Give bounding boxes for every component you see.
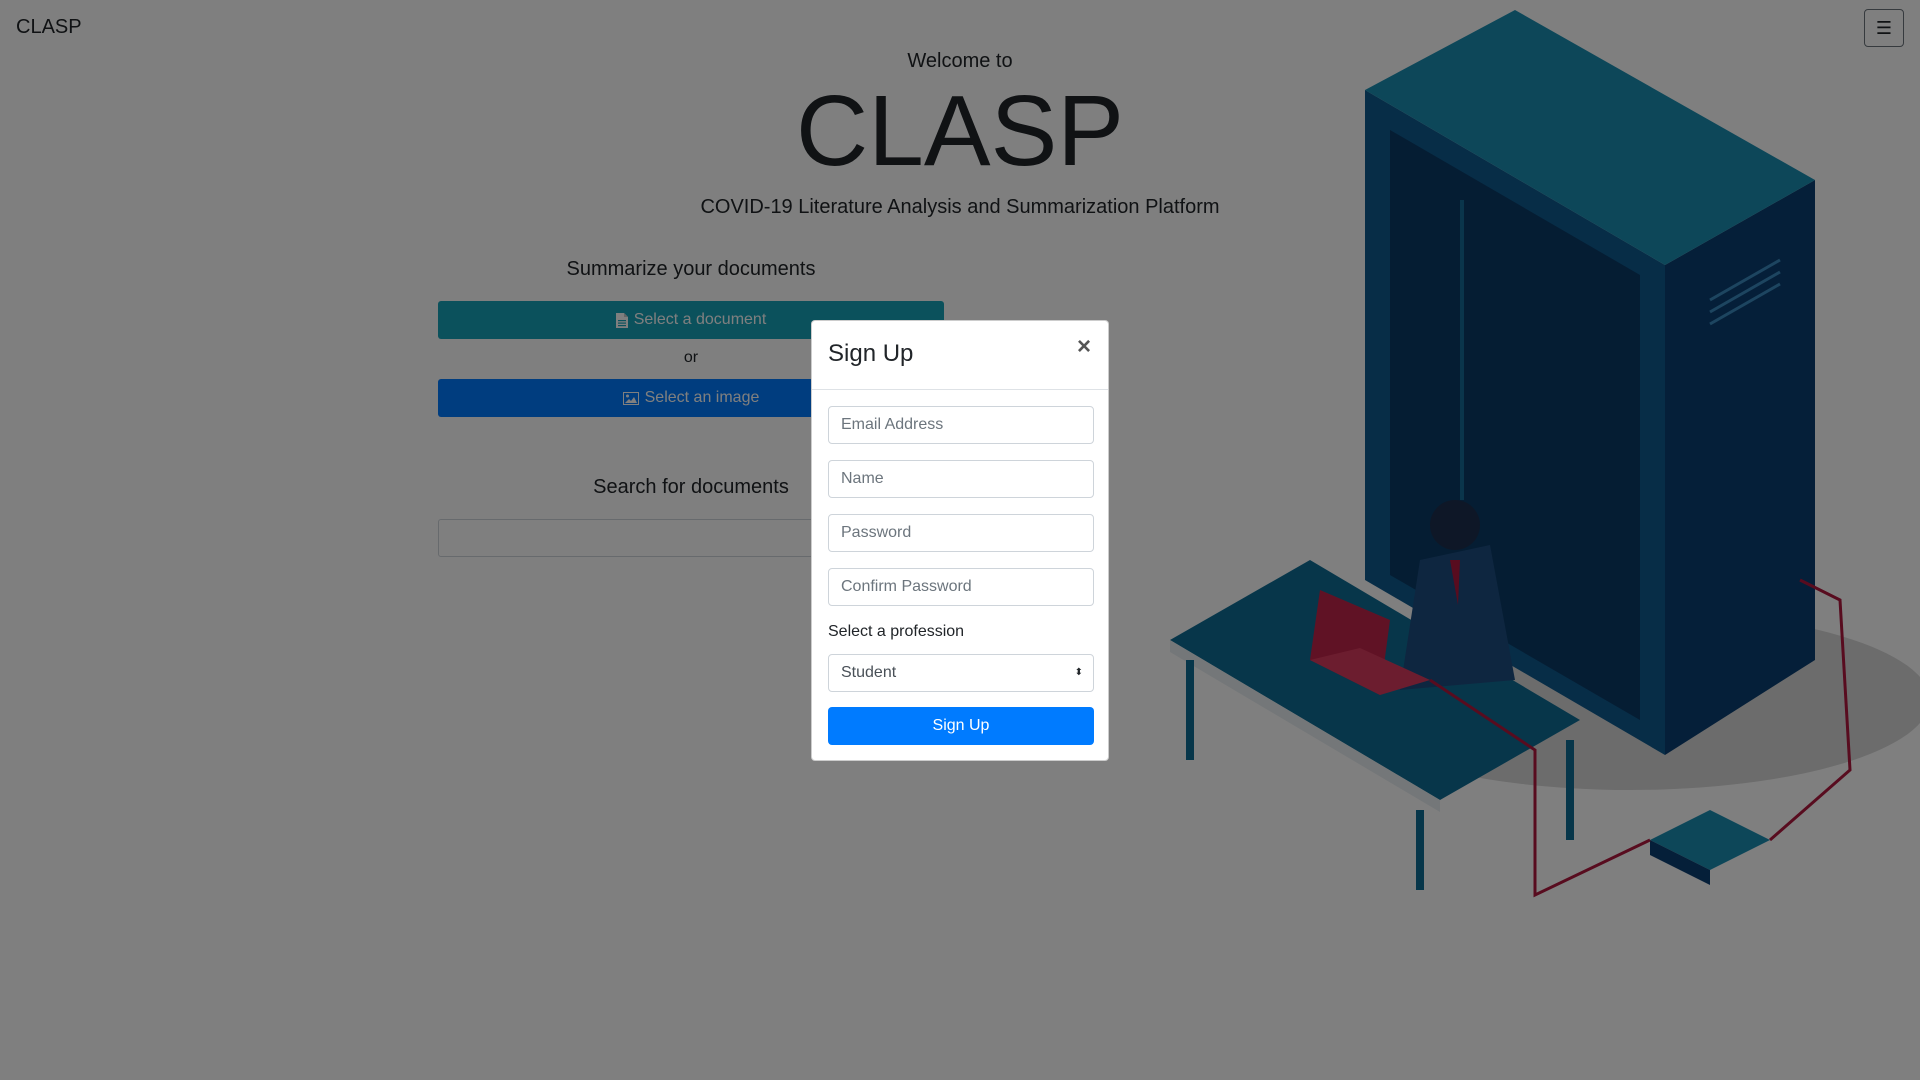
confirm-password-field[interactable]: Confirm Password xyxy=(828,568,1094,606)
profession-label: Select a profession xyxy=(828,623,965,640)
profession-value: Student xyxy=(841,664,897,681)
name-field[interactable]: Name xyxy=(828,460,1094,498)
close-icon[interactable]: × xyxy=(1072,335,1096,359)
sign-up-button[interactable]: Sign Up xyxy=(828,707,1094,745)
profession-select[interactable]: Student ⬍ xyxy=(828,654,1094,692)
email-field[interactable]: Email Address xyxy=(828,406,1094,444)
page: CLASP ☰ Welcome to CLASP COVID-19 Litera… xyxy=(0,0,1920,1080)
select-caret-icon: ⬍ xyxy=(1074,667,1083,678)
modal-header: Sign Up × xyxy=(812,321,1108,390)
password-field[interactable]: Password xyxy=(828,514,1094,552)
modal-title: Sign Up xyxy=(828,340,914,367)
sign-up-modal: Sign Up × Email Address Name Password Co… xyxy=(811,320,1109,761)
